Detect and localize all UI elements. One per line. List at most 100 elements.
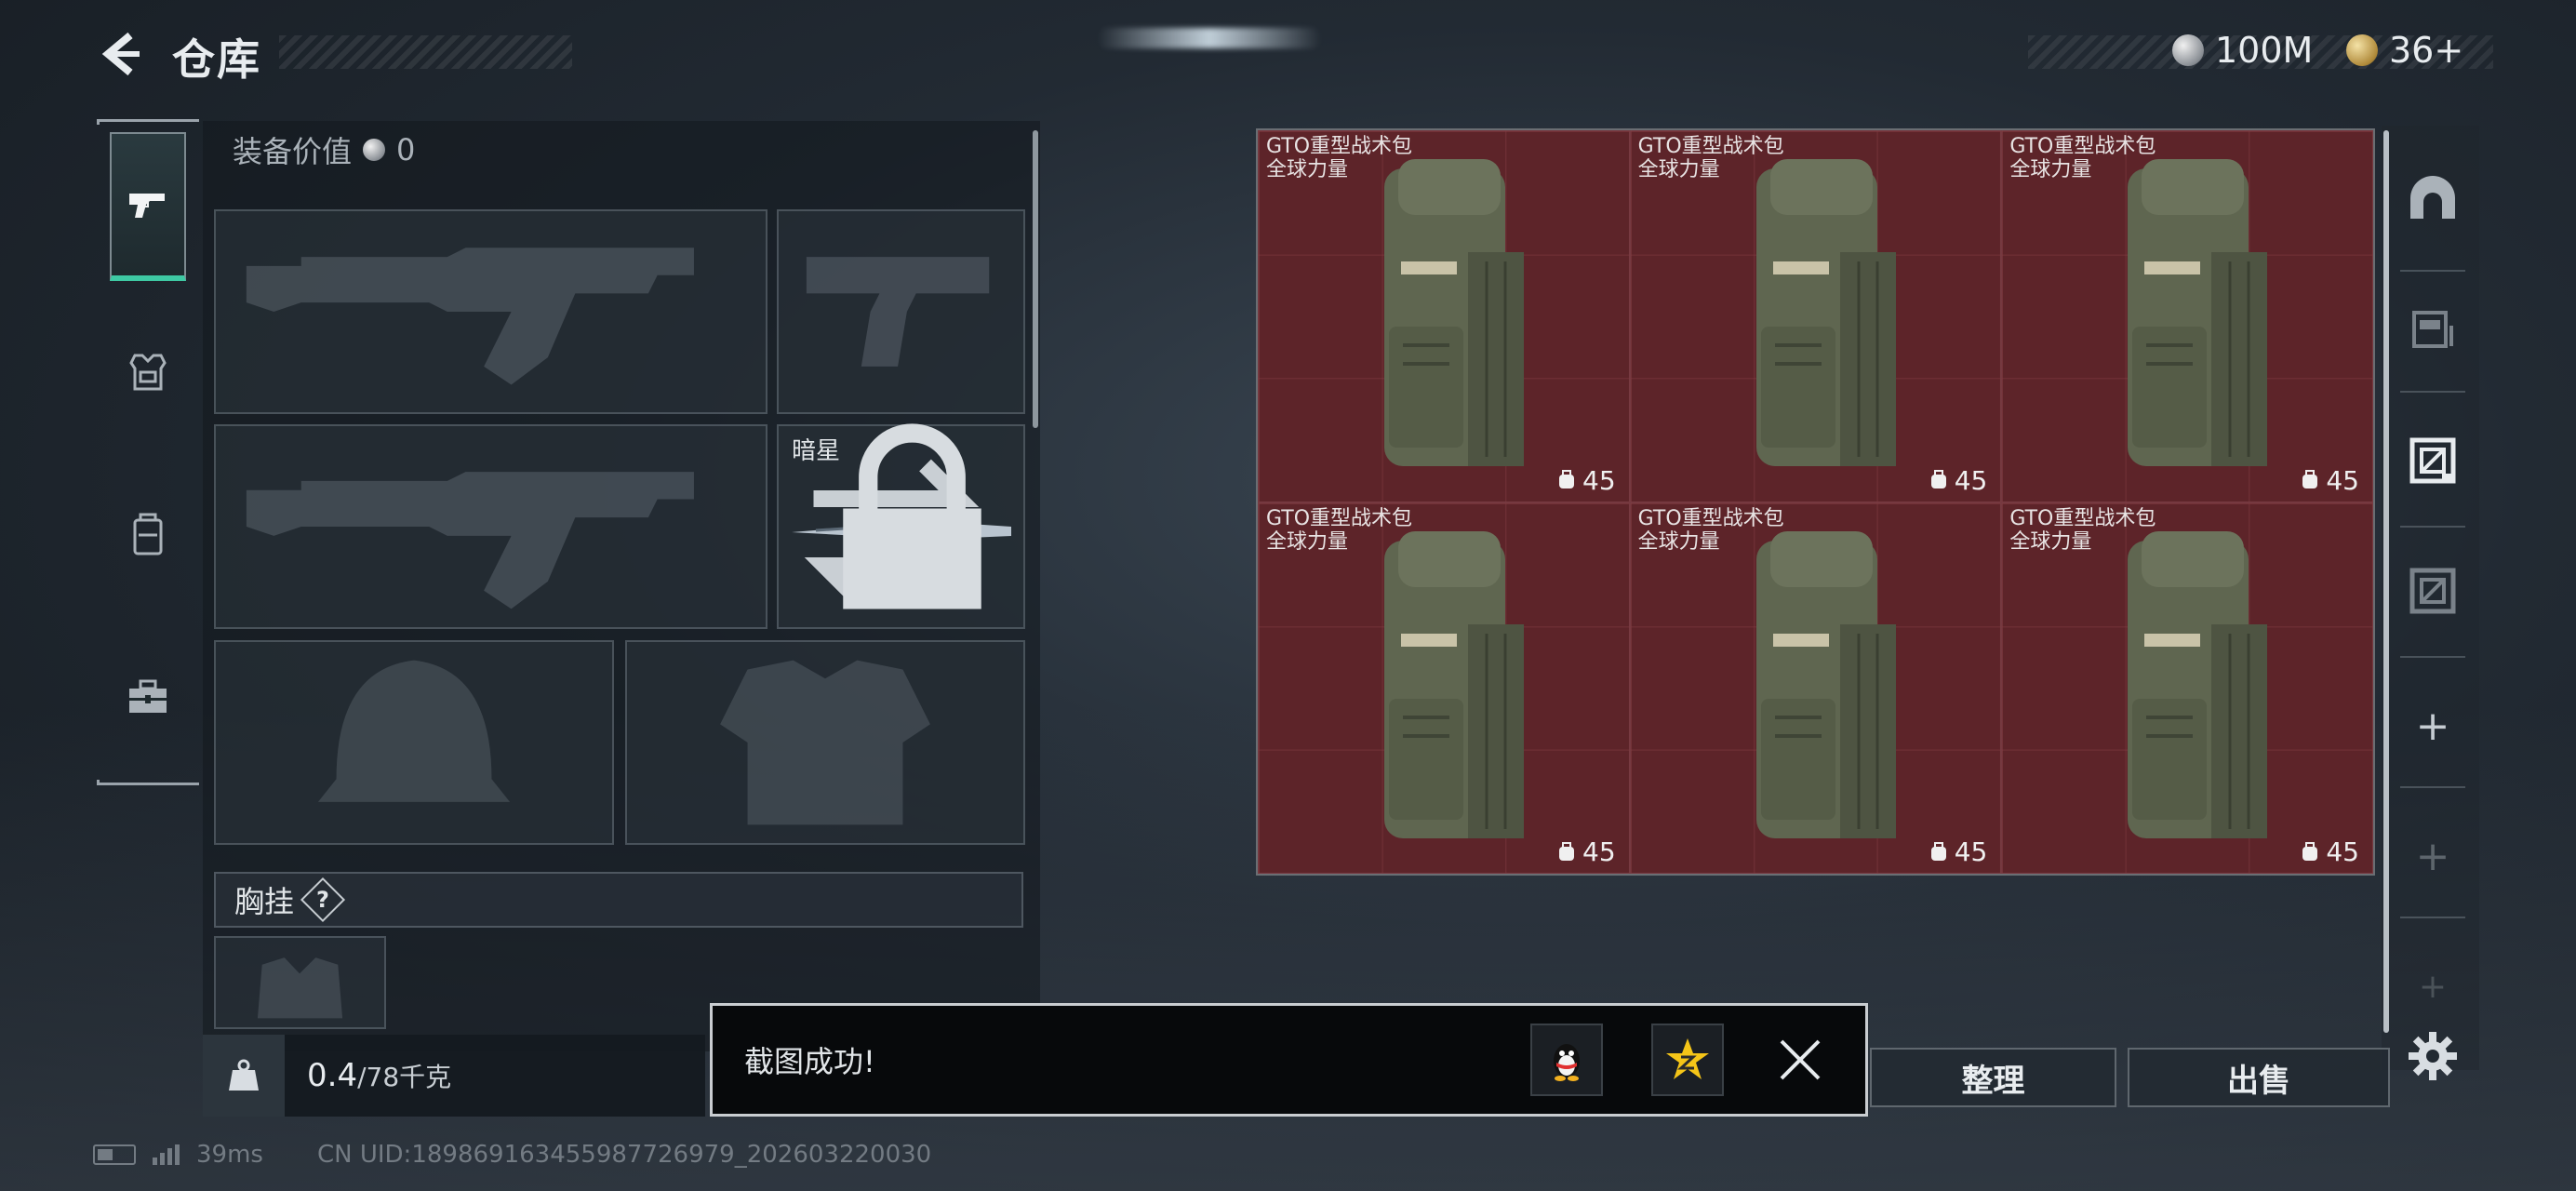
item-level: 45: [1929, 464, 1988, 496]
grid-item-4[interactable]: GTO重型战术包 全球力量 45: [1258, 502, 1630, 874]
currency-gold[interactable]: 36+: [2346, 30, 2463, 71]
background-ceiling-light: [1098, 28, 1321, 48]
help-button[interactable]: ?: [300, 877, 346, 923]
item-subtitle: 全球力量: [1266, 529, 1349, 554]
sell-button[interactable]: 出售: [2128, 1048, 2390, 1107]
item-name: GTO重型战术包: [1637, 135, 1784, 158]
item-level: 45: [1556, 465, 1616, 496]
silver-coin-icon: [2172, 34, 2204, 66]
armor-slot[interactable]: [625, 640, 1025, 845]
nav-bracket: [97, 119, 199, 125]
crate-selected-icon: [2409, 437, 2456, 484]
item-name-label: GTO重型战术包 全球力量: [1266, 135, 1412, 182]
item-name-label: GTO重型战术包 全球力量: [1638, 135, 1784, 182]
storage-rail-scrollbar[interactable]: [2383, 130, 2389, 1033]
backpack-item-icon: [2128, 159, 2268, 466]
armor-rig-icon: [129, 354, 167, 391]
currency-silver-value: 100M: [2215, 30, 2314, 71]
item-level-value: 45: [1954, 464, 1988, 496]
back-arrow-icon: [101, 32, 140, 76]
nav-tab-toolbox[interactable]: [110, 623, 186, 772]
sort-button[interactable]: 整理: [1870, 1048, 2116, 1107]
rail-divider: [2400, 656, 2465, 658]
item-level: 45: [1556, 836, 1616, 867]
nav-bracket: [97, 780, 199, 785]
nav-tab-armor[interactable]: [110, 298, 186, 447]
helmet-slot[interactable]: [214, 640, 614, 845]
currency-gold-value: 36+: [2389, 30, 2464, 71]
back-button[interactable]: [93, 26, 149, 82]
rail-add-button-locked[interactable]: +: [2391, 958, 2475, 1014]
rail-divider: [2400, 270, 2465, 272]
backpack-icon: [133, 513, 163, 555]
melee-slot[interactable]: 暗星: [777, 423, 1025, 629]
secondary-weapon-slot[interactable]: [214, 424, 767, 629]
item-level: 45: [1929, 836, 1988, 867]
carry-weight-bar: 0.4/78千克: [203, 1035, 705, 1117]
rail-tab-crate[interactable]: [2391, 549, 2475, 633]
backpack-item-icon: [1384, 159, 1524, 466]
grid-item-2[interactable]: GTO重型战术包 全球力量 45: [1629, 130, 2002, 502]
settings-button[interactable]: [2391, 1014, 2475, 1098]
uid-text: CN UID:18986916345598772697‌9_2026032200…: [316, 1141, 932, 1169]
item-grid: GTO重型战术包 全球力量 45 GTO重型战术包 全球力量 45 GTO重型战…: [1256, 128, 2375, 876]
toast-message: 截图成功!: [744, 1044, 875, 1079]
level-backpack-icon: [1930, 841, 1946, 861]
carry-weight-max: /78千克: [357, 1062, 452, 1092]
toolbox-icon: [129, 679, 167, 713]
level-backpack-icon: [2302, 470, 2318, 488]
rail-divider: [2400, 917, 2465, 918]
weight-icon: [203, 1035, 285, 1117]
sidearm-slot[interactable]: [777, 209, 1025, 414]
share-qq-button[interactable]: [1530, 1024, 1603, 1096]
grid-item-6[interactable]: GTO重型战术包 全球力量 45: [2001, 502, 2373, 874]
qzone-star-icon: [1666, 1038, 1709, 1079]
nav-tab-weapons[interactable]: [110, 132, 186, 281]
screenshot-toast: 截图成功!: [710, 1003, 1868, 1117]
storage-icon: [2412, 311, 2453, 348]
primary-weapon-slot[interactable]: [214, 209, 767, 414]
item-level-value: 45: [1954, 836, 1988, 867]
backpack-item-icon: [1755, 530, 1896, 838]
rail-tab-crate-selected[interactable]: [2391, 419, 2475, 502]
item-level: 45: [2300, 836, 2359, 867]
carry-weight-current: 0.4: [307, 1057, 358, 1094]
rail-add-button[interactable]: +: [2391, 698, 2475, 754]
item-name: GTO重型战术包: [1266, 135, 1413, 158]
level-backpack-icon: [2302, 841, 2318, 861]
grid-item-3[interactable]: GTO重型战术包 全球力量 45: [2001, 130, 2373, 502]
equipment-scrollbar[interactable]: [1033, 130, 1038, 428]
rail-add-button-locked[interactable]: +: [2391, 828, 2475, 884]
rail-tab-storage[interactable]: [2391, 284, 2475, 368]
pistol-icon: [129, 194, 165, 218]
backpack-item-icon: [1384, 530, 1524, 838]
gold-coin-icon: [2346, 34, 2378, 66]
rail-tab-tunnel[interactable]: [2391, 158, 2475, 242]
item-subtitle: 全球力量: [1266, 158, 1349, 182]
close-icon[interactable]: [1772, 1032, 1828, 1088]
currency-silver: 100M: [2172, 30, 2313, 71]
item-name-label: GTO重型战术包 全球力量: [2009, 507, 2156, 555]
helmet-silhouette-icon: [317, 660, 511, 802]
rifle-silhouette-icon: [246, 248, 694, 385]
level-backpack-icon: [1559, 470, 1575, 488]
crate-icon: [2409, 568, 2456, 614]
share-qzone-button[interactable]: [1651, 1024, 1724, 1096]
rail-divider: [2400, 526, 2465, 528]
rifle-silhouette-icon: [246, 472, 694, 609]
rail-divider: [2400, 786, 2465, 788]
gear-icon: [2409, 1032, 2457, 1080]
grid-item-5[interactable]: GTO重型战术包 全球力量 45: [1629, 502, 2002, 874]
item-name: GTO重型战术包: [2009, 506, 2156, 530]
chest-rig-slot[interactable]: [214, 936, 386, 1029]
item-subtitle: 全球力量: [1637, 158, 1720, 182]
item-subtitle: 全球力量: [1637, 529, 1720, 554]
item-level: 45: [2300, 465, 2359, 496]
chest-rig-section: 胸挂 ?: [214, 872, 1023, 928]
tunnel-icon: [2410, 176, 2455, 219]
backpack-item-icon: [1755, 159, 1896, 466]
chest-rig-label: 胸挂: [234, 884, 295, 919]
nav-tab-backpack[interactable]: [110, 461, 186, 609]
grid-item-1[interactable]: GTO重型战术包 全球力量 45: [1258, 130, 1630, 502]
item-level-value: 45: [2326, 464, 2359, 496]
